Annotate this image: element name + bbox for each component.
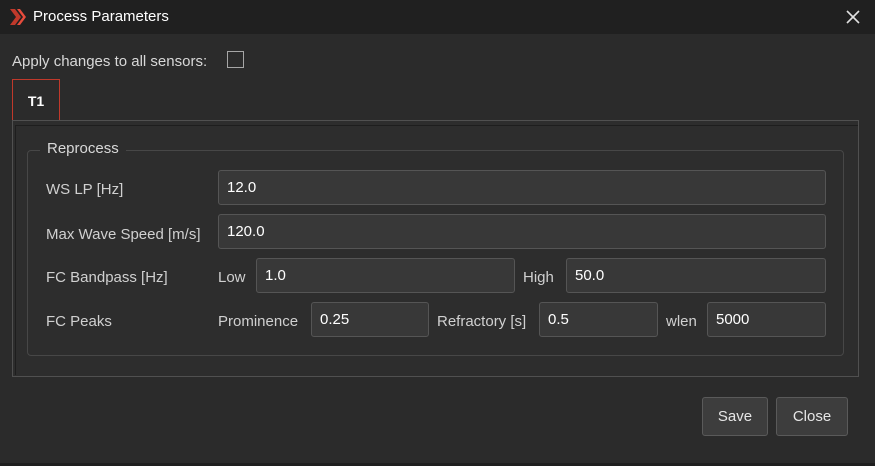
app-logo-icon (10, 9, 26, 25)
fc-peaks-refractory-field[interactable] (539, 302, 658, 337)
close-icon[interactable] (843, 7, 863, 27)
tab-t1[interactable]: T1 (12, 79, 60, 120)
fc-peaks-label: FC Peaks (46, 313, 112, 330)
fc-peaks-refractory-label: Refractory [s] (437, 313, 527, 330)
fc-peaks-prominence-field[interactable] (311, 302, 429, 337)
max-wave-speed-label: Max Wave Speed [m/s] (46, 226, 201, 243)
fc-bandpass-label: FC Bandpass [Hz] (46, 269, 168, 286)
save-button[interactable]: Save (702, 397, 768, 436)
fc-bandpass-low-label: Low (218, 269, 246, 286)
title-bar: Process Parameters (0, 0, 875, 34)
apply-all-checkbox[interactable] (227, 51, 244, 68)
fc-bandpass-low-field[interactable] (256, 258, 515, 293)
max-wave-speed-field[interactable] (218, 214, 826, 249)
fc-peaks-wlen-field[interactable] (707, 302, 826, 337)
reprocess-group-title: Reprocess (40, 140, 126, 157)
close-button[interactable]: Close (776, 397, 848, 436)
fc-peaks-prominence-label: Prominence (218, 313, 299, 330)
fc-bandpass-high-field[interactable] (566, 258, 826, 293)
fc-bandpass-high-label: High (523, 269, 554, 286)
apply-all-label: Apply changes to all sensors: (12, 53, 208, 70)
window-title: Process Parameters (33, 8, 169, 25)
ws-lp-field[interactable] (218, 170, 826, 205)
fc-peaks-wlen-label: wlen (666, 313, 697, 330)
ws-lp-label: WS LP [Hz] (46, 181, 124, 198)
